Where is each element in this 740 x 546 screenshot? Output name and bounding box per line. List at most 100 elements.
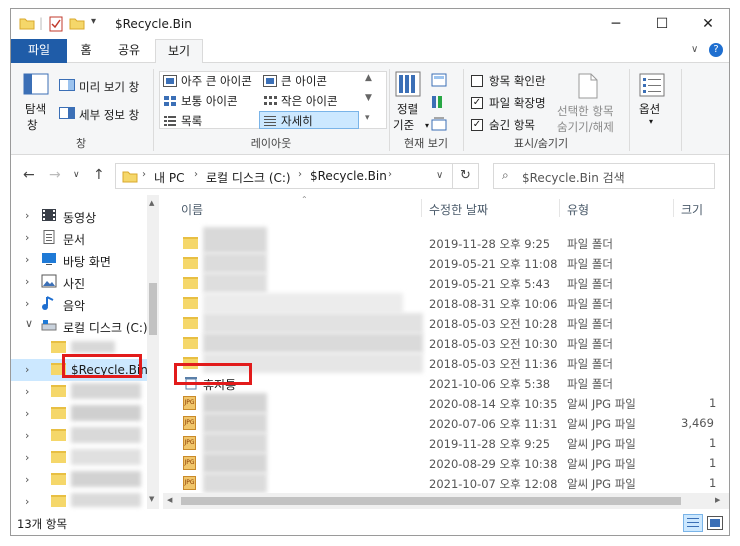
options-button[interactable]: 옵션 bbox=[639, 101, 660, 117]
table-row[interactable]: 2019-05-21 오후 11:08 파일 폴더 bbox=[163, 253, 729, 273]
navigation-pane-label-2[interactable]: 창 bbox=[27, 117, 38, 133]
tree-item-subfolder[interactable]: › bbox=[11, 447, 147, 469]
table-row[interactable]: JPG 2020-08-29 오후 10:38 알씨 JPG 파일 1 bbox=[163, 453, 729, 473]
search-box[interactable]: ⌕ $Recycle.Bin 검색 bbox=[493, 163, 715, 189]
scrollbar-thumb[interactable] bbox=[181, 497, 681, 505]
close-button[interactable]: ✕ bbox=[685, 9, 731, 39]
sort-by-icon[interactable] bbox=[395, 71, 421, 100]
tab-share[interactable]: 공유 bbox=[111, 39, 147, 63]
maximize-button[interactable]: ☐ bbox=[639, 9, 685, 39]
hidden-items-checkbox[interactable]: ✓ bbox=[471, 119, 483, 131]
tree-item-subfolder[interactable]: › bbox=[11, 381, 147, 403]
expand-arrow-icon[interactable]: › bbox=[25, 473, 29, 486]
expand-arrow-icon[interactable]: › bbox=[25, 209, 29, 222]
scroll-right-icon[interactable]: ▶ bbox=[715, 496, 720, 504]
expand-arrow-icon[interactable]: › bbox=[25, 429, 29, 442]
up-icon[interactable]: ↑ bbox=[93, 167, 105, 183]
scroll-down-icon[interactable]: ▼ bbox=[149, 495, 154, 503]
gallery-scroll-down-icon[interactable]: ▼ bbox=[365, 93, 372, 103]
layout-list[interactable]: 목록 bbox=[181, 113, 202, 129]
scroll-left-icon[interactable]: ◀ bbox=[167, 496, 172, 504]
tree-item-music[interactable]: › 음악 bbox=[11, 293, 147, 315]
details-view-icon[interactable] bbox=[683, 514, 703, 532]
refresh-icon[interactable]: ↻ bbox=[460, 168, 471, 183]
sort-by-button-2[interactable]: 기준 bbox=[393, 117, 414, 133]
recent-locations-icon[interactable]: ∨ bbox=[73, 170, 80, 180]
item-checkboxes-label[interactable]: 항목 확인란 bbox=[489, 73, 546, 89]
preview-pane-button[interactable]: 미리 보기 창 bbox=[79, 79, 139, 95]
address-dropdown-icon[interactable]: ∨ bbox=[436, 170, 443, 181]
tab-home[interactable]: 홈 bbox=[73, 39, 99, 63]
expand-arrow-icon[interactable]: › bbox=[25, 253, 29, 266]
expand-arrow-icon[interactable]: › bbox=[25, 231, 29, 244]
sort-by-button[interactable]: 정렬 bbox=[397, 101, 418, 117]
column-divider[interactable] bbox=[559, 199, 560, 217]
layout-large-icons[interactable]: 큰 아이콘 bbox=[281, 73, 327, 89]
breadcrumb-local-disk[interactable]: 로컬 디스크 (C:) bbox=[206, 169, 291, 186]
expand-arrow-icon[interactable]: › bbox=[25, 363, 29, 376]
layout-extra-large-icons[interactable]: 아주 큰 아이콘 bbox=[181, 73, 252, 89]
options-dropdown-icon[interactable]: ▾ bbox=[649, 117, 653, 126]
table-row[interactable]: JPG 2020-07-06 오후 11:31 알씨 JPG 파일 3,469 bbox=[163, 413, 729, 433]
gallery-expand-icon[interactable]: ▾ bbox=[365, 113, 370, 123]
tree-item-videos[interactable]: › 동영상 bbox=[11, 205, 147, 227]
large-icons-view-icon[interactable] bbox=[707, 516, 723, 533]
tab-view[interactable]: 보기 bbox=[155, 39, 203, 64]
group-by-icon[interactable] bbox=[431, 73, 447, 90]
column-divider[interactable] bbox=[421, 199, 422, 217]
hide-selected-button-2[interactable]: 숨기기/해제 bbox=[557, 119, 614, 135]
file-extensions-checkbox[interactable]: ✓ bbox=[471, 97, 483, 109]
help-icon[interactable]: ? bbox=[709, 43, 723, 57]
breadcrumb-this-pc[interactable]: 내 PC bbox=[154, 169, 184, 186]
column-divider[interactable] bbox=[673, 199, 674, 217]
details-pane-button[interactable]: 세부 정보 창 bbox=[79, 107, 139, 123]
tree-item-local-disk[interactable]: ∨ 로컬 디스크 (C:) bbox=[11, 315, 148, 337]
scrollbar-thumb[interactable] bbox=[149, 283, 157, 335]
options-icon[interactable] bbox=[639, 73, 665, 100]
table-row[interactable]: JPG 2020-08-14 오후 10:35 알씨 JPG 파일 1 bbox=[163, 393, 729, 413]
tree-item-documents[interactable]: › 문서 bbox=[11, 227, 147, 249]
horizontal-scrollbar[interactable]: ◀ ▶ bbox=[163, 493, 729, 509]
table-row[interactable]: 2018-08-31 오후 10:06 파일 폴더 bbox=[163, 293, 729, 313]
tree-item-subfolder[interactable]: › bbox=[11, 491, 147, 513]
forward-icon[interactable]: → bbox=[49, 167, 61, 183]
sort-dropdown-icon[interactable]: ▾ bbox=[425, 121, 429, 130]
collapse-ribbon-icon[interactable]: ∨ bbox=[691, 44, 698, 55]
new-folder-icon[interactable] bbox=[69, 16, 85, 33]
column-header-date[interactable]: 수정한 날짜 bbox=[429, 201, 488, 218]
navigation-scrollbar[interactable]: ▲ ▼ bbox=[147, 195, 159, 509]
add-columns-icon[interactable] bbox=[431, 95, 447, 112]
column-header-type[interactable]: 유형 bbox=[567, 201, 589, 218]
file-extensions-label[interactable]: 파일 확장명 bbox=[489, 95, 546, 111]
tree-item-subfolder[interactable]: › bbox=[11, 425, 147, 447]
customize-dropdown-icon[interactable]: ▾ bbox=[91, 16, 96, 27]
expand-arrow-icon[interactable]: › bbox=[25, 451, 29, 464]
table-row[interactable]: JPG 2021-10-07 오후 12:08 알씨 JPG 파일 1 bbox=[163, 473, 729, 493]
expand-arrow-icon[interactable]: › bbox=[25, 275, 29, 288]
address-bar[interactable]: › 내 PC › 로컬 디스크 (C:) › $Recycle.Bin › ∨ … bbox=[115, 163, 479, 189]
table-row[interactable]: JPG 2019-11-28 오후 9:25 알씨 JPG 파일 1 bbox=[163, 433, 729, 453]
expand-arrow-icon[interactable]: › bbox=[25, 495, 29, 508]
table-row[interactable]: 2019-11-28 오후 9:25 파일 폴더 bbox=[163, 227, 729, 253]
expand-arrow-icon[interactable]: › bbox=[25, 407, 29, 420]
column-header-name[interactable]: 이름 bbox=[181, 201, 203, 218]
hidden-items-label[interactable]: 숨긴 항목 bbox=[489, 117, 535, 133]
minimize-button[interactable]: ─ bbox=[593, 9, 639, 39]
collapse-arrow-icon[interactable]: ∨ bbox=[25, 317, 33, 330]
layout-details[interactable]: 자세히 bbox=[281, 113, 313, 129]
table-row[interactable]: 2018-05-03 오전 10:30 파일 폴더 bbox=[163, 333, 729, 353]
tree-item-desktop[interactable]: › 바탕 화면 bbox=[11, 249, 147, 271]
tree-item-subfolder[interactable]: › bbox=[11, 469, 147, 491]
tab-file[interactable]: 파일 bbox=[11, 39, 67, 63]
properties-icon[interactable] bbox=[49, 16, 63, 35]
layout-small-icons[interactable]: 작은 아이콘 bbox=[281, 93, 338, 109]
expand-arrow-icon[interactable]: › bbox=[25, 385, 29, 398]
size-columns-icon[interactable] bbox=[431, 117, 447, 134]
hide-selected-button[interactable]: 선택한 항목 bbox=[557, 103, 614, 119]
tree-item-pictures[interactable]: › 사진 bbox=[11, 271, 147, 293]
breadcrumb-recycle-bin[interactable]: $Recycle.Bin bbox=[310, 169, 387, 183]
back-icon[interactable]: ← bbox=[23, 167, 35, 183]
navigation-pane-label[interactable]: 탐색 bbox=[25, 101, 46, 117]
table-row[interactable]: 2018-05-03 오전 10:28 파일 폴더 bbox=[163, 313, 729, 333]
column-header-size[interactable]: 크기 bbox=[681, 201, 703, 218]
